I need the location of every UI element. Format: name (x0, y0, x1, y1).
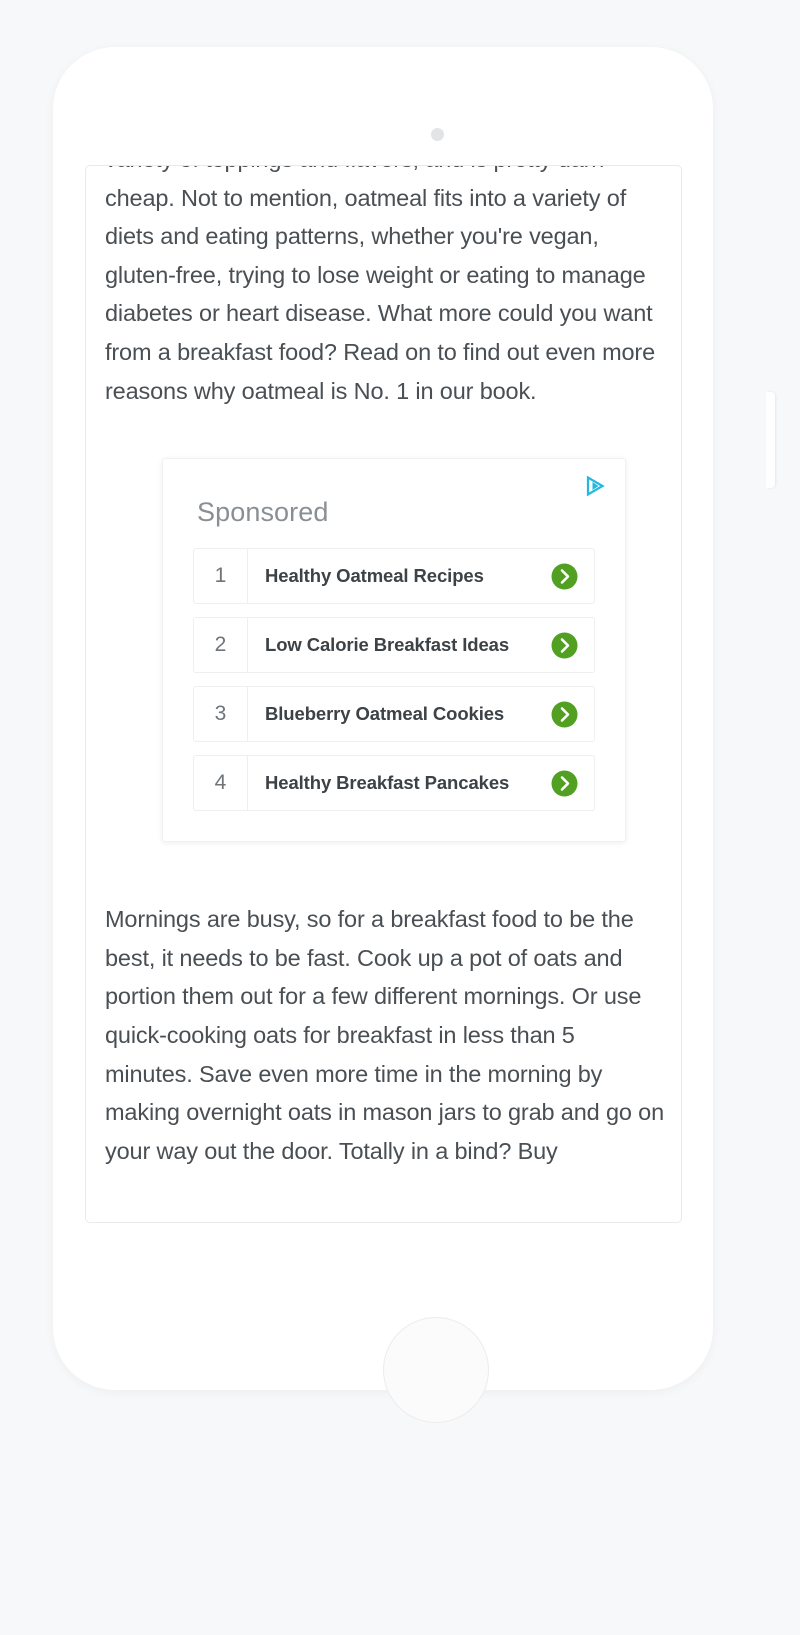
clipped-first-line: variety of toppings and flavors, and is … (105, 166, 664, 179)
adchoices-icon[interactable] (585, 475, 607, 497)
paragraph-top-body: cheap. Not to mention, oatmeal fits into… (105, 184, 656, 404)
article-page-content: variety of toppings and flavors, and is … (86, 166, 681, 1170)
ad-rank: 1 (194, 549, 248, 604)
chevron-right-circle-icon[interactable] (551, 770, 578, 797)
ad-label[interactable]: Low Calorie Breakfast Ideas (248, 634, 551, 656)
ad-title: Sponsored (197, 497, 329, 528)
page-root: variety of toppings and flavors, and is … (0, 0, 800, 1635)
sponsored-ad-unit: Sponsored 1 Healthy Oatmeal Recipes 2 Lo… (162, 458, 626, 843)
chevron-right-circle-icon[interactable] (551, 563, 578, 590)
power-button[interactable] (766, 392, 775, 488)
ad-label[interactable]: Blueberry Oatmeal Cookies (248, 703, 551, 725)
chevron-right-circle-icon[interactable] (551, 632, 578, 659)
ad-rank: 4 (194, 756, 248, 811)
ad-rank: 2 (194, 618, 248, 673)
ad-label[interactable]: Healthy Breakfast Pancakes (248, 772, 551, 794)
ad-row[interactable]: 3 Blueberry Oatmeal Cookies (193, 686, 595, 743)
ad-row[interactable]: 4 Healthy Breakfast Pancakes (193, 755, 595, 812)
camera-dot-icon (431, 128, 444, 141)
ad-label[interactable]: Healthy Oatmeal Recipes (248, 565, 551, 587)
chevron-right-circle-icon[interactable] (551, 701, 578, 728)
home-button[interactable] (383, 1317, 489, 1423)
article-paragraph-top: variety of toppings and flavors, and is … (105, 166, 664, 410)
ad-row[interactable]: 1 Healthy Oatmeal Recipes (193, 548, 595, 605)
ad-rank: 3 (194, 687, 248, 742)
article-paragraph-bottom: Mornings are busy, so for a breakfast fo… (105, 906, 664, 1164)
ad-row[interactable]: 2 Low Calorie Breakfast Ideas (193, 617, 595, 674)
phone-screen-viewport[interactable]: variety of toppings and flavors, and is … (85, 165, 682, 1223)
